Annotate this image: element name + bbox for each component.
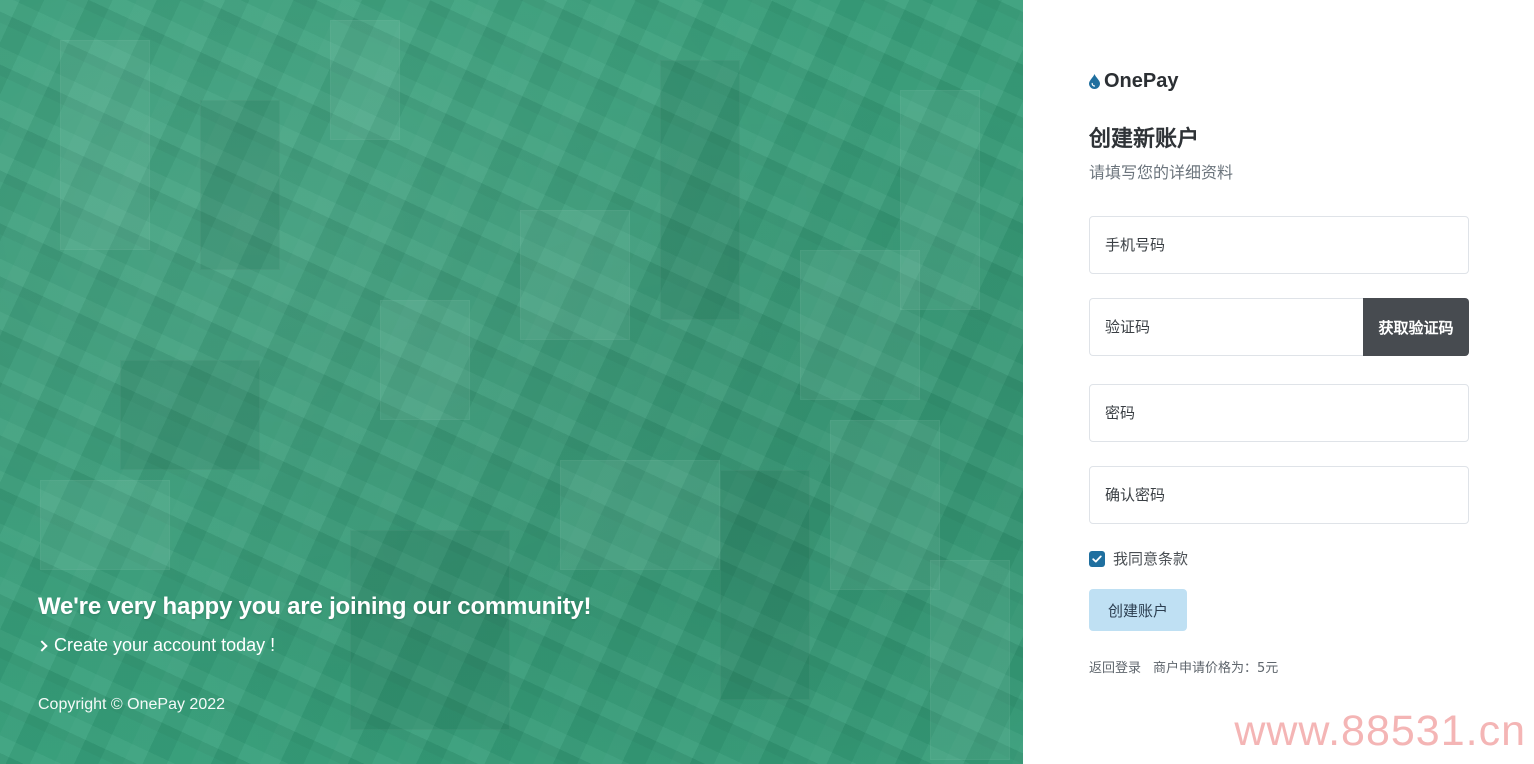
- price-note: 商户申请价格为：5元: [1153, 661, 1279, 676]
- brand-name: OnePay: [1104, 69, 1179, 92]
- verification-code-input[interactable]: [1103, 299, 1363, 355]
- hero-text-block: We're very happy you are joining our com…: [36, 593, 592, 714]
- get-code-button[interactable]: 获取验证码: [1363, 298, 1469, 356]
- form-title: 创建新账户: [1089, 127, 1200, 152]
- form-footer: 返回登录 商户申请价格为：5元: [1089, 657, 1469, 676]
- confirm-password-input[interactable]: [1103, 467, 1468, 523]
- hero-subtitle: Create your account today !: [54, 635, 276, 655]
- brand-logo[interactable]: OnePay: [1089, 68, 1469, 94]
- verification-code-field: [1089, 298, 1363, 356]
- signup-page: We're very happy you are joining our com…: [0, 0, 1534, 764]
- hero-subtitle-row: Create your account today !: [36, 635, 591, 656]
- phone-input[interactable]: [1103, 217, 1468, 273]
- watermark-text: www.88531.cn: [1234, 707, 1526, 755]
- copyright-text: Copyright © OnePay 2022: [38, 696, 226, 713]
- checkmark-icon: [1092, 555, 1102, 562]
- verification-code-group: 获取验证码: [1089, 298, 1469, 356]
- form-subtitle: 请填写您的详细资料: [1089, 163, 1234, 182]
- water-drop-icon: [1089, 73, 1100, 89]
- terms-agreement-row: 我同意条款: [1089, 548, 1469, 569]
- hero-title: We're very happy you are joining our com…: [38, 593, 592, 620]
- password-input[interactable]: [1103, 385, 1468, 441]
- back-to-login-link[interactable]: 返回登录: [1089, 657, 1141, 676]
- signup-form-panel: OnePay 创建新账户 请填写您的详细资料 获取验证码 我同意条款: [1023, 0, 1534, 764]
- hero-section: We're very happy you are joining our com…: [0, 0, 1023, 764]
- confirm-password-field: [1089, 466, 1469, 524]
- phone-field: [1089, 216, 1469, 274]
- password-field: [1089, 384, 1469, 442]
- chevron-right-icon: [36, 639, 48, 652]
- terms-checkbox[interactable]: [1089, 550, 1105, 567]
- terms-label[interactable]: 我同意条款: [1113, 548, 1188, 569]
- create-account-button[interactable]: 创建账户: [1089, 589, 1187, 631]
